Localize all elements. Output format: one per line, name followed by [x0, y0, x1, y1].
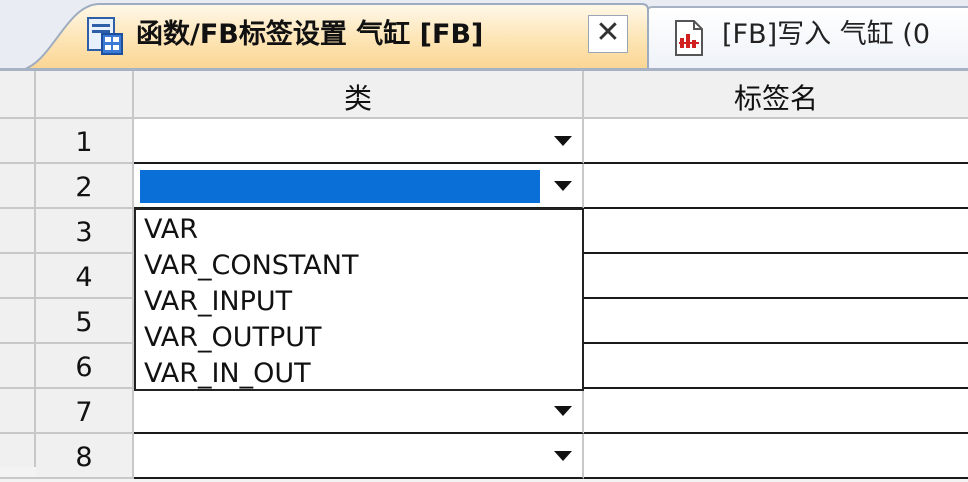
- row-selector-strip: [0, 71, 36, 467]
- row-number-header: [36, 71, 134, 119]
- close-tab-button[interactable]: ✕: [588, 15, 628, 53]
- row-number[interactable]: 4: [36, 254, 134, 299]
- dropdown-option-var[interactable]: VAR: [144, 212, 198, 248]
- row-number[interactable]: 2: [36, 164, 134, 209]
- dropdown-option-var-constant[interactable]: VAR_CONSTANT: [144, 248, 358, 284]
- dropdown-option-var-output[interactable]: VAR_OUTPUT: [144, 320, 322, 356]
- tab-fb-label-settings-title[interactable]: 函数/FB标签设置 气缸 [FB]: [136, 15, 483, 55]
- label-name-cell[interactable]: [584, 209, 968, 254]
- row-selector-divider: [0, 387, 36, 389]
- class-cell[interactable]: [134, 434, 584, 479]
- class-cell[interactable]: [134, 164, 584, 209]
- label-name-cell[interactable]: [584, 434, 968, 479]
- row-selector-divider: [0, 432, 36, 434]
- dropdown-option-var-input[interactable]: VAR_INPUT: [144, 284, 292, 320]
- column-header-class[interactable]: 类: [134, 71, 584, 119]
- row-number[interactable]: 3: [36, 209, 134, 254]
- dropdown-arrow-icon[interactable]: [554, 406, 572, 416]
- label-name-cell[interactable]: [584, 344, 968, 389]
- dropdown-arrow-icon[interactable]: [554, 136, 572, 146]
- row-number[interactable]: 1: [36, 119, 134, 164]
- grid-corner: [0, 71, 36, 119]
- class-cell[interactable]: [134, 119, 584, 164]
- label-name-cell[interactable]: [584, 254, 968, 299]
- label-name-cell[interactable]: [584, 299, 968, 344]
- row-selector-divider: [0, 252, 36, 254]
- label-name-cell[interactable]: [584, 119, 968, 164]
- row-number[interactable]: 7: [36, 389, 134, 434]
- dropdown-arrow-icon[interactable]: [554, 181, 572, 191]
- row-number[interactable]: 5: [36, 299, 134, 344]
- program-doc-icon: [675, 20, 703, 56]
- tab-fb-write-label[interactable]: [FB]写入 气缸 (0: [722, 15, 930, 55]
- class-cell[interactable]: [134, 389, 584, 434]
- row-selector-divider: [0, 297, 36, 299]
- row-selector-divider: [0, 162, 36, 164]
- label-name-cell[interactable]: [584, 164, 968, 209]
- class-dropdown-list: VAR VAR_CONSTANT VAR_INPUT VAR_OUTPUT VA…: [134, 208, 584, 391]
- row-number[interactable]: 6: [36, 344, 134, 389]
- dropdown-arrow-icon[interactable]: [554, 451, 572, 461]
- row-selector-divider: [0, 342, 36, 344]
- row-selector-divider: [0, 207, 36, 209]
- column-header-label-name[interactable]: 标签名: [584, 71, 968, 119]
- fb-label-settings-icon: [87, 17, 123, 55]
- dropdown-option-var-in-out[interactable]: VAR_IN_OUT: [144, 356, 311, 389]
- class-cell-selection: [140, 170, 540, 203]
- label-name-cell[interactable]: [584, 389, 968, 434]
- row-number[interactable]: 8: [36, 434, 134, 479]
- row-selector-divider: [0, 477, 36, 479]
